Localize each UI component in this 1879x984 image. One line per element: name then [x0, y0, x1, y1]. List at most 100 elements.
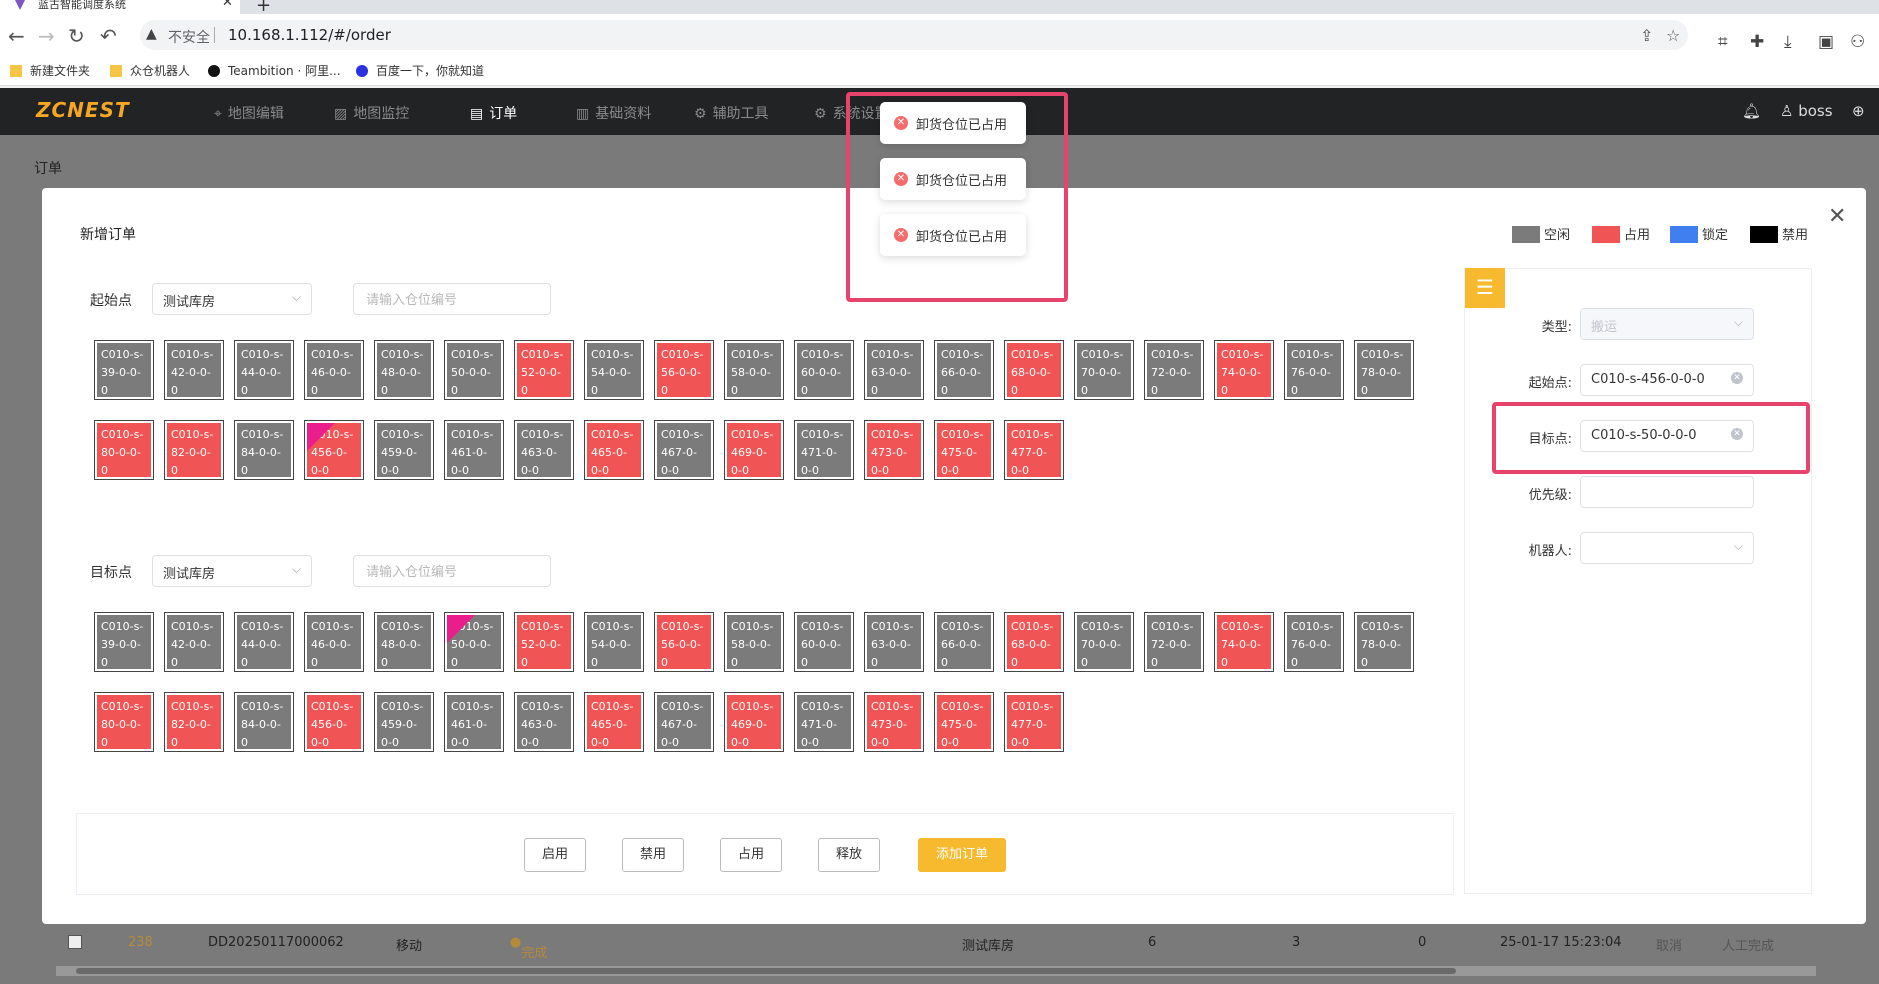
location-cell[interactable]: C010-s-44-0-0-0	[234, 340, 294, 400]
location-cell[interactable]: C010-s-42-0-0-0	[164, 612, 224, 672]
location-cell[interactable]: C010-s-84-0-0-0	[234, 692, 294, 752]
location-cell[interactable]: C010-s-467-0-0-0	[654, 420, 714, 480]
add-order-button[interactable]: 添加订单	[918, 838, 1006, 872]
back-icon[interactable]: ←	[8, 24, 25, 48]
location-cell[interactable]: C010-s-459-0-0-0	[374, 420, 434, 480]
address-bar[interactable]: ▲ 不安全 10.168.1.112/#/order ⇪ ☆	[140, 20, 1688, 50]
priority-input[interactable]	[1580, 476, 1754, 508]
location-cell[interactable]: C010-s-461-0-0-0	[444, 420, 504, 480]
location-cell[interactable]: C010-s-63-0-0-0	[864, 612, 924, 672]
close-icon[interactable]: ✕	[1828, 204, 1846, 229]
location-cell[interactable]: C010-s-54-0-0-0	[584, 612, 644, 672]
table-scrollbar[interactable]	[56, 966, 1816, 976]
location-cell[interactable]: C010-s-76-0-0-0	[1284, 612, 1344, 672]
row-manual-link[interactable]: 人工完成	[1722, 935, 1774, 954]
location-cell[interactable]: C010-s-82-0-0-0	[164, 420, 224, 480]
location-cell[interactable]: C010-s-70-0-0-0	[1074, 340, 1134, 400]
location-cell[interactable]: C010-s-66-0-0-0	[934, 612, 994, 672]
location-cell[interactable]: C010-s-78-0-0-0	[1354, 612, 1414, 672]
location-cell[interactable]: C010-s-44-0-0-0	[234, 612, 294, 672]
location-cell[interactable]: C010-s-56-0-0-0	[654, 340, 714, 400]
browser-tab[interactable]: 蓝古智能调度系统 ✕	[0, 0, 240, 14]
tab-close-icon[interactable]: ✕	[222, 0, 233, 9]
language-globe-icon[interactable]: ⊕	[1852, 102, 1865, 120]
location-cell[interactable]: C010-s-74-0-0-0	[1214, 340, 1274, 400]
location-cell[interactable]: C010-s-465-0-0-0	[584, 692, 644, 752]
location-cell[interactable]: C010-s-82-0-0-0	[164, 692, 224, 752]
location-cell[interactable]: C010-s-63-0-0-0	[864, 340, 924, 400]
row-cancel-link[interactable]: 取消	[1656, 935, 1682, 954]
location-cell[interactable]: C010-s-50-0-0-0	[444, 612, 504, 672]
list-icon[interactable]: ☰	[1465, 268, 1505, 308]
location-cell[interactable]: C010-s-68-0-0-0	[1004, 340, 1064, 400]
location-cell[interactable]: C010-s-469-0-0-0	[724, 692, 784, 752]
location-cell[interactable]: C010-s-66-0-0-0	[934, 340, 994, 400]
menu-tools[interactable]: ⚙ 辅助工具	[694, 103, 769, 123]
clear-icon[interactable]: ✕	[1731, 372, 1743, 384]
crop-icon[interactable]: ⌗	[1718, 32, 1728, 52]
bookmark-teambition[interactable]: Teambition · 阿里...	[208, 62, 341, 79]
download-icon[interactable]: ⤓	[1784, 32, 1792, 52]
sidebar-icon[interactable]: ▣	[1818, 32, 1834, 52]
start-point-field[interactable]: C010-s-456-0-0-0 ✕	[1580, 364, 1754, 396]
menu-map-monitor[interactable]: ▨ 地图监控	[334, 103, 409, 123]
location-cell[interactable]: C010-s-76-0-0-0	[1284, 340, 1344, 400]
location-cell[interactable]: C010-s-46-0-0-0	[304, 340, 364, 400]
location-cell[interactable]: C010-s-471-0-0-0	[794, 420, 854, 480]
location-cell[interactable]: C010-s-72-0-0-0	[1144, 612, 1204, 672]
location-cell[interactable]: C010-s-473-0-0-0	[864, 420, 924, 480]
location-cell[interactable]: C010-s-52-0-0-0	[514, 612, 574, 672]
profile-icon[interactable]: ⚇	[1850, 32, 1865, 52]
scrollbar-thumb[interactable]	[76, 968, 1456, 974]
menu-base-data[interactable]: ▥ 基础资料	[576, 103, 651, 123]
location-cell[interactable]: C010-s-74-0-0-0	[1214, 612, 1274, 672]
location-cell[interactable]: C010-s-475-0-0-0	[934, 420, 994, 480]
location-cell[interactable]: C010-s-68-0-0-0	[1004, 612, 1064, 672]
location-cell[interactable]: C010-s-463-0-0-0	[514, 692, 574, 752]
undo-icon[interactable]: ↶	[100, 24, 117, 48]
location-cell[interactable]: C010-s-456-0-0-0	[304, 692, 364, 752]
location-cell[interactable]: C010-s-39-0-0-0	[94, 340, 154, 400]
location-cell[interactable]: C010-s-58-0-0-0	[724, 612, 784, 672]
location-cell[interactable]: C010-s-48-0-0-0	[374, 612, 434, 672]
location-cell[interactable]: C010-s-52-0-0-0	[514, 340, 574, 400]
location-cell[interactable]: C010-s-471-0-0-0	[794, 692, 854, 752]
location-cell[interactable]: C010-s-58-0-0-0	[724, 340, 784, 400]
url-text[interactable]: 10.168.1.112/#/order	[228, 26, 391, 44]
location-cell[interactable]: C010-s-473-0-0-0	[864, 692, 924, 752]
location-cell[interactable]: C010-s-80-0-0-0	[94, 420, 154, 480]
location-cell[interactable]: C010-s-80-0-0-0	[94, 692, 154, 752]
forward-icon[interactable]: →	[38, 24, 55, 48]
bookmark-robot-folder[interactable]: 众仓机器人	[110, 62, 190, 79]
location-cell[interactable]: C010-s-60-0-0-0	[794, 612, 854, 672]
location-cell[interactable]: C010-s-50-0-0-0	[444, 340, 504, 400]
location-cell[interactable]: C010-s-78-0-0-0	[1354, 340, 1414, 400]
row-checkbox[interactable]	[68, 935, 82, 949]
location-cell[interactable]: C010-s-477-0-0-0	[1004, 692, 1064, 752]
location-cell[interactable]: C010-s-456-0-0-0	[304, 420, 364, 480]
location-cell[interactable]: C010-s-70-0-0-0	[1074, 612, 1134, 672]
location-cell[interactable]: C010-s-463-0-0-0	[514, 420, 574, 480]
location-cell[interactable]: C010-s-72-0-0-0	[1144, 340, 1204, 400]
enable-button[interactable]: 启用	[524, 838, 586, 872]
notification-bell-icon[interactable]: 🔔︎	[1742, 102, 1761, 120]
location-cell[interactable]: C010-s-461-0-0-0	[444, 692, 504, 752]
menu-order[interactable]: ▤ 订单	[470, 103, 517, 123]
location-cell[interactable]: C010-s-469-0-0-0	[724, 420, 784, 480]
location-cell[interactable]: C010-s-39-0-0-0	[94, 612, 154, 672]
release-button[interactable]: 释放	[818, 838, 880, 872]
target-search-input[interactable]	[353, 555, 551, 587]
menu-map-edit[interactable]: ⌖ 地图编辑	[214, 103, 284, 123]
location-cell[interactable]: C010-s-54-0-0-0	[584, 340, 644, 400]
location-cell[interactable]: C010-s-46-0-0-0	[304, 612, 364, 672]
extensions-icon[interactable]: ✚	[1750, 32, 1764, 52]
location-cell[interactable]: C010-s-56-0-0-0	[654, 612, 714, 672]
robot-select[interactable]: ⌵	[1580, 532, 1754, 564]
bookmark-baidu[interactable]: 百度一下，你就知道	[356, 62, 484, 79]
location-cell[interactable]: C010-s-465-0-0-0	[584, 420, 644, 480]
location-cell[interactable]: C010-s-84-0-0-0	[234, 420, 294, 480]
start-warehouse-select[interactable]: 测试库房 ⌵	[152, 283, 312, 315]
app-logo[interactable]: ZCNEST	[36, 98, 130, 122]
disable-button[interactable]: 禁用	[622, 838, 684, 872]
target-warehouse-select[interactable]: 测试库房 ⌵	[152, 555, 312, 587]
